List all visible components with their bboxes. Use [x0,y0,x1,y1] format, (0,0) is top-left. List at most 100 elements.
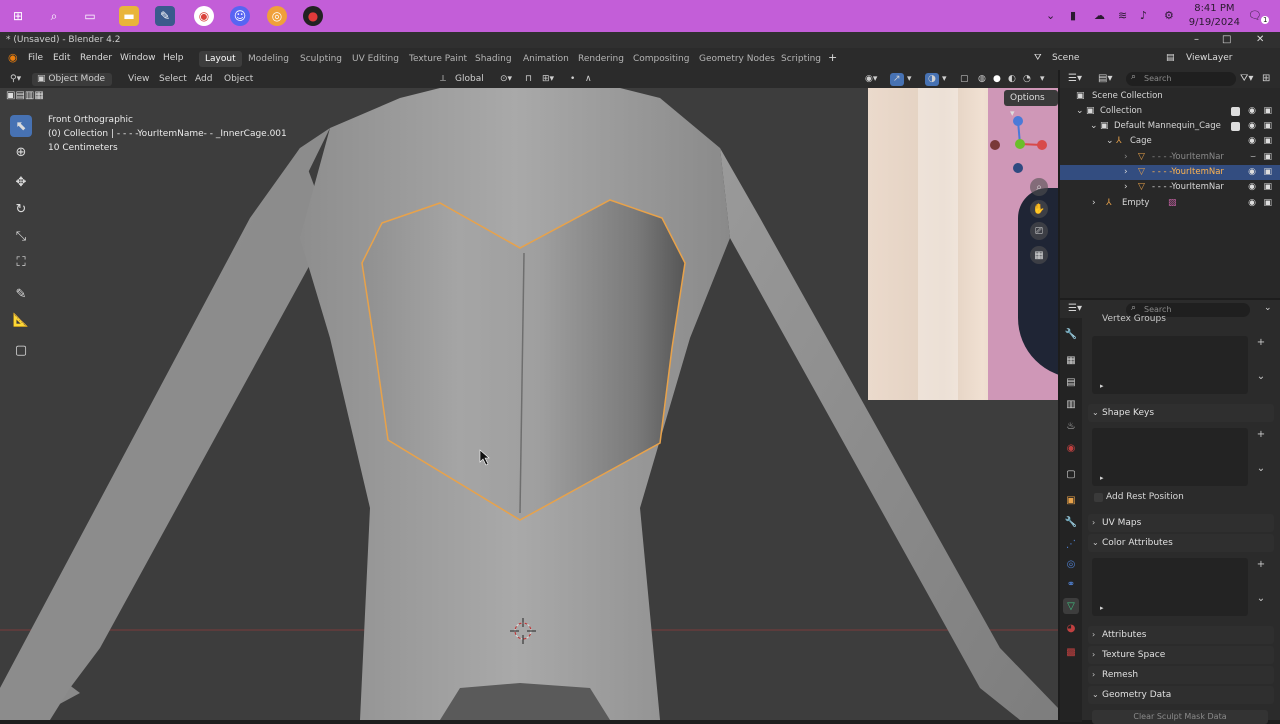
menu-help[interactable]: Help [163,53,184,63]
tab-animation[interactable]: Animation [517,51,575,67]
add-cube-tool-icon[interactable]: ▢ [10,339,32,361]
outliner-row-cage[interactable]: ⌄ ⅄ Cage ◉ ▣ [1060,134,1280,149]
remesh-panel-header[interactable]: › Remesh [1088,666,1274,684]
chevron-right-icon[interactable]: › [1124,180,1128,195]
tab-geometry-nodes[interactable]: Geometry Nodes [693,51,781,67]
exclude-checkbox[interactable] [1231,122,1240,131]
transform-tool-icon[interactable]: ⛶ [10,251,32,273]
pivot-icon[interactable]: ⊙▾ [500,73,512,86]
scene-icon[interactable]: ⛛ [1034,53,1042,63]
xray-icon[interactable]: ▢ [960,73,969,86]
tab-scripting[interactable]: Scripting [775,51,827,67]
move-tool-icon[interactable]: ✥ [10,171,32,193]
rendered-shading-icon[interactable]: ◔ [1023,73,1031,86]
annotate-tool-icon[interactable]: ✎ [10,283,32,305]
measure-tool-icon[interactable]: 📐 [10,309,32,331]
ortho-grid-icon[interactable]: ▦ [1030,246,1048,264]
tab-compositing[interactable]: Compositing [627,51,695,67]
tab-modeling[interactable]: Modeling [242,51,295,67]
shape-key-menu-icon[interactable]: ⌄ [1254,462,1268,476]
chevron-up-icon[interactable]: ⌄ [1046,9,1055,22]
falloff-icon[interactable]: ∧ [585,73,592,86]
discord-icon[interactable]: ☺ [230,6,250,26]
tab-sculpting[interactable]: Sculpting [294,51,348,67]
cloud-icon[interactable]: ☁ [1094,9,1105,22]
settings-gear-icon[interactable]: ⚙ [1164,9,1174,22]
overlay-toggle-icon[interactable]: ◑ [925,73,939,86]
tool-tab-icon[interactable]: 🔧 [1063,326,1079,342]
color-attributes-list[interactable]: ▸ [1092,558,1248,616]
shape-keys-list[interactable]: ▸ [1092,428,1248,486]
notepad-app-icon[interactable]: ✎ [155,6,175,26]
windows-start-icon[interactable]: ⊞ [8,6,28,26]
material-tab-icon[interactable]: ◕ [1063,620,1079,636]
select-tool-icon[interactable]: ⬉ [10,115,32,137]
vertex-group-menu-icon[interactable]: ⌄ [1254,370,1268,384]
cursor-tool-icon[interactable]: ⊕ [10,141,32,163]
editor-type-icon[interactable]: ⚲▾ [10,73,21,86]
outliner-row-item-3[interactable]: › ▽ - - - -YourItemNar ◉ ▣ [1060,180,1280,195]
eye-hidden-icon[interactable]: ⌣ [1250,150,1256,165]
menu-object[interactable]: Object [224,73,253,86]
render-tab-icon[interactable]: ▦ [1063,352,1079,368]
camera-icon[interactable]: ▣ [1263,150,1272,165]
data-tab-icon[interactable]: ▽ [1063,598,1079,614]
chevron-right-icon[interactable]: › [1092,196,1096,211]
attributes-panel-header[interactable]: › Attributes [1088,626,1274,644]
color-attribute-menu-icon[interactable]: ⌄ [1254,592,1268,606]
pan-hand-icon[interactable]: ✋ [1030,200,1048,218]
physics-tab-icon[interactable]: ◎ [1063,556,1079,572]
add-shape-key-button[interactable]: + [1254,428,1268,442]
chevron-down-icon[interactable]: ⌄ [1106,134,1114,149]
chrome-icon[interactable]: ◉ [194,6,214,26]
menu-add[interactable]: Add [195,73,212,86]
transform-orientation-icon[interactable]: ⟂ [440,73,446,86]
tab-uv-editing[interactable]: UV Editing [346,51,405,67]
shading-dropdown-icon[interactable]: ▾ [1040,73,1045,86]
properties-editor-icon[interactable]: ☰▾ [1068,303,1082,314]
tab-texture-paint[interactable]: Texture Paint [403,51,473,67]
chevron-down-icon[interactable]: ⌄ [1076,104,1084,119]
visibility-icon[interactable]: ◉▾ [865,73,877,86]
eye-icon[interactable]: ◉ [1248,165,1256,180]
outliner-search-input[interactable]: Search [1126,72,1236,86]
eye-icon[interactable]: ◉ [1248,104,1256,119]
chevron-down-icon[interactable]: ⌄ [1264,303,1272,313]
camera-icon[interactable]: ▣ [1263,180,1272,195]
viewport-3d[interactable]: ▣▤▥▦ Front Orthographic (0) Collection |… [0,88,1058,720]
camera-icon[interactable]: ▣ [1263,196,1272,211]
camera-icon[interactable]: ▣ [1263,119,1272,134]
texture-space-panel-header[interactable]: › Texture Space [1088,646,1274,664]
modifier-tab-icon[interactable]: 🔧 [1063,514,1079,530]
menu-edit[interactable]: Edit [53,53,70,63]
outliner-row-collection[interactable]: ⌄ ▣ Collection ◉ ▣ [1060,104,1280,119]
menu-window[interactable]: Window [120,53,156,63]
outliner-row-item-2-selected[interactable]: › ▽ - - - -YourItemNar ◉ ▣ [1060,165,1280,180]
gizmo-dropdown-icon[interactable]: ▾ [907,73,912,86]
camera-icon[interactable]: ▣ [1263,165,1272,180]
world-tab-icon[interactable]: ◉ [1063,440,1079,456]
camera-icon[interactable]: ▣ [1263,134,1272,149]
color-attributes-panel-header[interactable]: ⌄ Color Attributes [1088,534,1274,552]
zoom-icon[interactable]: ⌕ [1030,178,1048,196]
chevron-right-icon[interactable]: › [1124,165,1128,180]
mic-icon[interactable]: ▮ [1070,9,1076,22]
list-resize-icon[interactable]: ▸ [1100,604,1104,612]
tab-layout[interactable]: Layout [199,51,242,67]
recorder-app-icon[interactable]: ● [303,6,323,26]
chevron-right-icon[interactable]: › [1124,150,1128,165]
proportional-edit-icon[interactable]: • [570,73,575,86]
menu-select[interactable]: Select [159,73,187,86]
outliner-row-mannequin[interactable]: ⌄ ▣ Default Mannequin_Cage ◉ ▣ [1060,119,1280,134]
tab-shading[interactable]: Shading [469,51,518,67]
solid-shading-icon[interactable]: ● [993,73,1001,86]
chevron-down-icon[interactable]: ⌄ [1090,119,1098,134]
add-color-attribute-button[interactable]: + [1254,558,1268,572]
blender-logo-icon[interactable]: ◉ [8,51,18,64]
minimize-button[interactable]: – [1194,32,1199,48]
file-explorer-icon[interactable]: ▬ [119,6,139,26]
menu-view[interactable]: View [128,73,149,86]
overlay-dropdown-icon[interactable]: ▾ [942,73,947,86]
options-dropdown[interactable]: Options ▾ [1004,90,1058,119]
view-layer-tab-icon[interactable]: ▥ [1063,396,1079,412]
